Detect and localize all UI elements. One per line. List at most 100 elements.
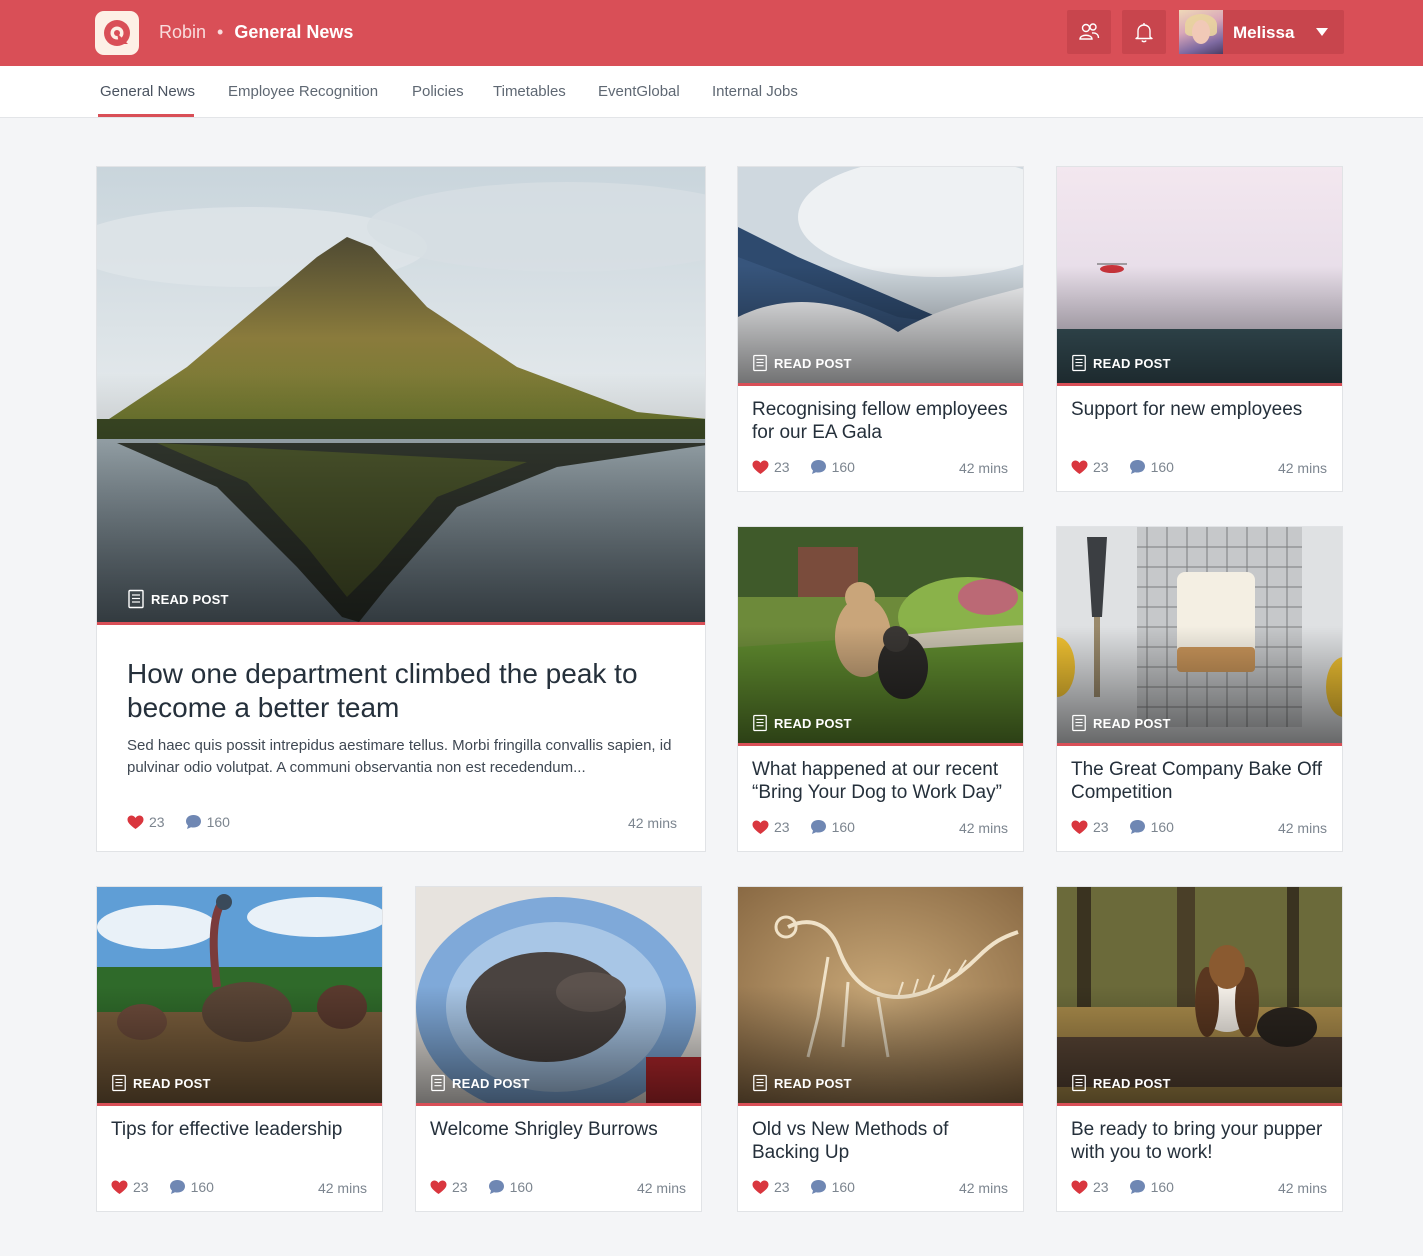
post-image[interactable]: READ POST [738, 527, 1023, 746]
like-count[interactable]: 23 [752, 1179, 790, 1195]
post-card[interactable]: READ POST Old vs New Methods of Backing … [737, 886, 1024, 1212]
post-image[interactable]: READ POST [97, 887, 382, 1106]
post-title[interactable]: What happened at our recent “Bring Your … [752, 758, 1017, 804]
featured-post-excerpt: Sed haec quis possit intrepidus aestimar… [127, 737, 672, 776]
read-post-link[interactable]: READ POST [430, 1074, 530, 1092]
active-tab-indicator [98, 114, 194, 117]
tab-internal-jobs[interactable]: Internal Jobs [712, 83, 798, 100]
comment-icon [169, 1180, 185, 1194]
document-icon [128, 589, 144, 609]
tab-policies[interactable]: Policies [412, 83, 464, 100]
post-time: 42 mins [627, 815, 677, 831]
post-time: 42 mins [958, 820, 1008, 836]
read-post-link[interactable]: READ POST [752, 714, 852, 732]
like-count[interactable]: 23 [752, 819, 790, 835]
comment-icon [1129, 1180, 1145, 1194]
like-count[interactable]: 23 [752, 459, 790, 475]
heart-icon [1071, 460, 1088, 474]
tab-eventglobal[interactable]: EventGlobal [598, 83, 680, 100]
post-meta: 23 160 [752, 819, 855, 835]
post-image[interactable]: READ POST [1057, 887, 1342, 1106]
robin-logo-icon[interactable] [95, 11, 139, 55]
post-card[interactable]: READ POST Welcome Shrigley Burrows 23 16… [415, 886, 702, 1212]
post-title[interactable]: Support for new employees [1071, 398, 1331, 421]
read-post-link[interactable]: READ POST [1071, 1074, 1171, 1092]
comment-count[interactable]: 160 [185, 814, 230, 830]
post-title[interactable]: Welcome Shrigley Burrows [430, 1118, 690, 1141]
post-image[interactable]: READ POST [738, 167, 1023, 386]
post-title[interactable]: Tips for effective leadership [111, 1118, 371, 1141]
featured-post-card[interactable]: READ POST How one department climbed the… [96, 166, 706, 852]
comment-count[interactable]: 160 [810, 459, 855, 475]
post-image[interactable]: READ POST [1057, 167, 1342, 386]
post-image[interactable]: READ POST [1057, 527, 1342, 746]
post-image[interactable]: READ POST [416, 887, 701, 1106]
tab-timetables[interactable]: Timetables [493, 83, 566, 100]
featured-post-meta: 23 160 [127, 814, 230, 830]
document-icon [112, 1074, 126, 1092]
tab-bar: General News Employee Recognition Polici… [0, 66, 1423, 118]
tab-employee-recognition[interactable]: Employee Recognition [228, 83, 378, 100]
people-icon [1079, 23, 1100, 40]
read-post-link[interactable]: READ POST [111, 1074, 211, 1092]
bell-icon [1135, 23, 1153, 43]
top-bar: Robin • General News Melissa [0, 0, 1423, 66]
comment-count[interactable]: 160 [169, 1179, 214, 1195]
featured-post-image[interactable]: READ POST [97, 167, 705, 625]
post-card[interactable]: READ POST Support for new employees 23 1… [1056, 166, 1343, 492]
document-icon [753, 354, 767, 372]
post-card[interactable]: READ POST What happened at our recent “B… [737, 526, 1024, 852]
post-time: 42 mins [958, 460, 1008, 476]
read-post-link[interactable]: READ POST [752, 354, 852, 372]
like-count[interactable]: 23 [111, 1179, 149, 1195]
document-icon [753, 714, 767, 732]
post-title[interactable]: Old vs New Methods of Backing Up [752, 1118, 1012, 1164]
post-time: 42 mins [636, 1180, 686, 1196]
breadcrumb: Robin • General News [159, 22, 353, 43]
brand-name[interactable]: Robin [159, 22, 206, 42]
post-time: 42 mins [317, 1180, 367, 1196]
like-count[interactable]: 23 [127, 814, 165, 830]
post-title[interactable]: Recognising fellow employees for our EA … [752, 398, 1012, 444]
like-count[interactable]: 23 [430, 1179, 468, 1195]
post-card[interactable]: READ POST Be ready to bring your pupper … [1056, 886, 1343, 1212]
people-button[interactable] [1067, 10, 1111, 54]
document-icon [431, 1074, 445, 1092]
like-count[interactable]: 23 [1071, 459, 1109, 475]
comment-count[interactable]: 160 [810, 1179, 855, 1195]
post-image[interactable]: READ POST [738, 887, 1023, 1106]
comment-count[interactable]: 160 [1129, 1179, 1174, 1195]
heart-icon [430, 1180, 447, 1194]
document-icon [1072, 1074, 1086, 1092]
read-post-link[interactable]: READ POST [1071, 714, 1171, 732]
read-post-link[interactable]: READ POST [1071, 354, 1171, 372]
heart-icon [1071, 820, 1088, 834]
post-meta: 23 160 [111, 1179, 214, 1195]
avatar [1179, 10, 1223, 54]
post-meta: 23 160 [1071, 819, 1174, 835]
comment-icon [1129, 460, 1145, 474]
post-title[interactable]: The Great Company Bake Off Competition [1071, 758, 1331, 804]
post-card[interactable]: READ POST The Great Company Bake Off Com… [1056, 526, 1343, 852]
heart-icon [1071, 1180, 1088, 1194]
comment-count[interactable]: 160 [488, 1179, 533, 1195]
user-menu[interactable]: Melissa [1179, 10, 1344, 54]
featured-post-title[interactable]: How one department climbed the peak to b… [127, 657, 677, 725]
read-post-link[interactable]: READ POST [752, 1074, 852, 1092]
post-title[interactable]: Be ready to bring your pupper with you t… [1071, 1118, 1336, 1164]
notifications-button[interactable] [1122, 10, 1166, 54]
heart-icon [752, 820, 769, 834]
read-post-link[interactable]: READ POST [127, 589, 229, 609]
post-meta: 23 160 [430, 1179, 533, 1195]
like-count[interactable]: 23 [1071, 819, 1109, 835]
post-card[interactable]: READ POST Tips for effective leadership … [96, 886, 383, 1212]
comment-count[interactable]: 160 [1129, 459, 1174, 475]
post-card[interactable]: READ POST Recognising fellow employees f… [737, 166, 1024, 492]
breadcrumb-separator: • [217, 22, 224, 42]
tab-general-news[interactable]: General News [100, 83, 195, 100]
post-meta: 23 160 [1071, 1179, 1174, 1195]
comment-count[interactable]: 160 [1129, 819, 1174, 835]
document-icon [1072, 354, 1086, 372]
like-count[interactable]: 23 [1071, 1179, 1109, 1195]
comment-count[interactable]: 160 [810, 819, 855, 835]
